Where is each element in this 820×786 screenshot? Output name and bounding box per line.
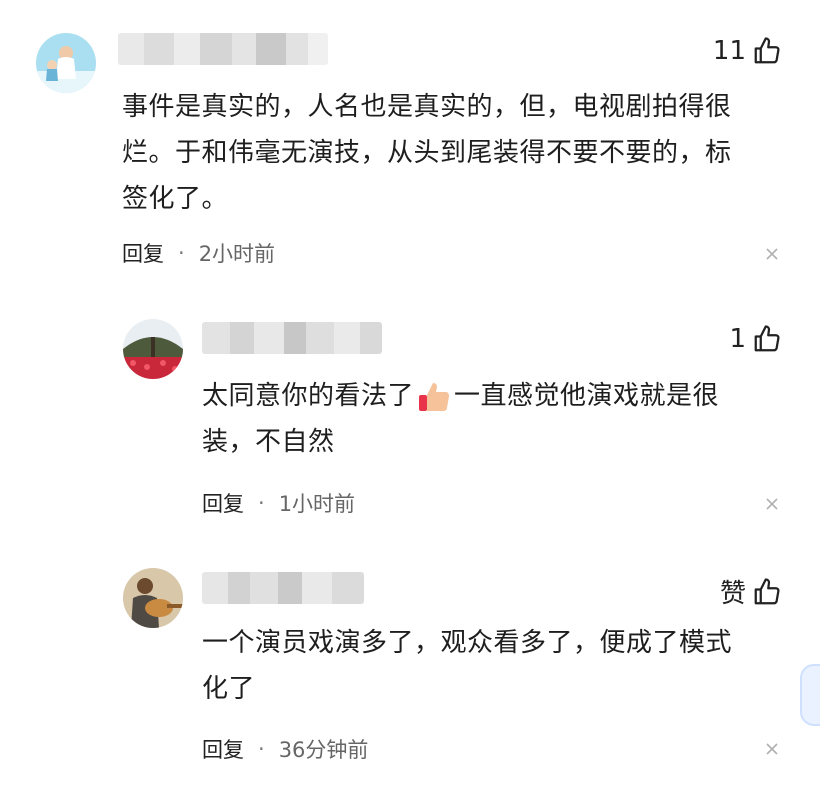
avatar-image-icon [36,33,96,93]
avatar[interactable] [123,319,183,379]
thumbs-up-icon [754,577,780,604]
floating-side-button[interactable] [800,664,820,726]
comment-text: 一个演员戏演多了，观众看多了，便成了模式 化了 [202,628,733,704]
comment-meta: 回复 · 36分钟前 [202,734,368,764]
like-count: 1 [729,324,746,354]
avatar[interactable] [123,568,183,628]
reply-button[interactable]: 回复 [122,238,164,268]
close-icon[interactable] [765,247,779,261]
timestamp: 1小时前 [278,492,356,516]
username-blurred[interactable] [118,33,328,65]
avatar[interactable] [36,33,96,93]
separator-dot: · [258,737,265,761]
separator-dot: · [258,491,265,515]
timestamp: 2小时前 [198,242,276,266]
comment-text: 太同意你的看法了 一直感觉他演戏就是很 装，不自然 [202,373,782,465]
comment-meta: 回复 · 1小时前 [202,488,355,518]
avatar-image-icon [123,319,183,379]
thumbs-up-icon [754,325,780,352]
like-label: 赞 [719,579,746,609]
like-button[interactable]: 赞 [720,573,782,610]
like-button[interactable]: 11 [713,36,782,66]
close-icon[interactable] [765,497,779,511]
like-button[interactable]: 1 [729,324,782,354]
thumbs-up-emoji-icon [419,383,450,411]
username-blurred[interactable] [202,572,364,604]
like-count: 11 [712,36,746,66]
reply-button[interactable]: 回复 [202,734,244,764]
close-icon[interactable] [765,742,779,756]
avatar-image-icon [123,568,183,628]
separator-dot: · [178,241,185,265]
timestamp: 36分钟前 [278,738,369,762]
username-blurred[interactable] [202,322,382,354]
reply-button[interactable]: 回复 [202,488,244,518]
comment-text: 事件是真实的，人名也是真实的，但，电视剧拍得很 烂。于和伟毫无演技，从头到尾装得… [122,92,732,214]
thumbs-up-icon [754,37,780,64]
comment-meta: 回复 · 2小时前 [122,238,275,268]
